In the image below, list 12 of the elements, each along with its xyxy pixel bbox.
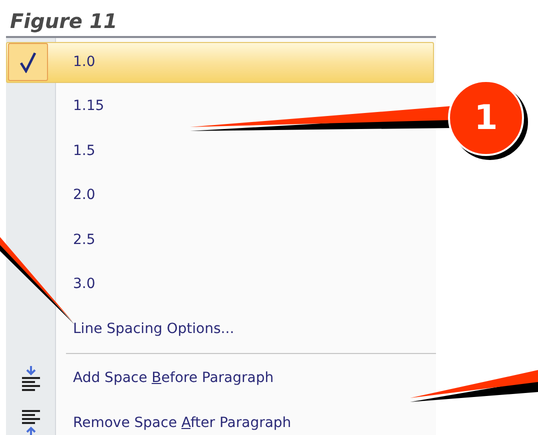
menu-item[interactable]: 2.5 xyxy=(73,230,96,251)
space-after-icon xyxy=(20,409,42,435)
menu-item[interactable]: Add Space Before Paragraph xyxy=(73,368,274,390)
menu-item[interactable]: Line Spacing Options... xyxy=(73,318,234,340)
figure-title: Figure 11 xyxy=(10,8,118,34)
space-before-icon xyxy=(20,364,42,392)
menu-item[interactable]: 1.5 xyxy=(73,140,96,162)
menu-item[interactable]: Remove Space After Paragraph xyxy=(73,412,292,434)
menu-item[interactable]: 1.0 xyxy=(73,52,96,73)
menu-item[interactable]: 2.0 xyxy=(73,185,96,206)
menu-item[interactable]: 3.0 xyxy=(73,274,96,296)
menu-item[interactable]: 1.15 xyxy=(73,96,104,118)
